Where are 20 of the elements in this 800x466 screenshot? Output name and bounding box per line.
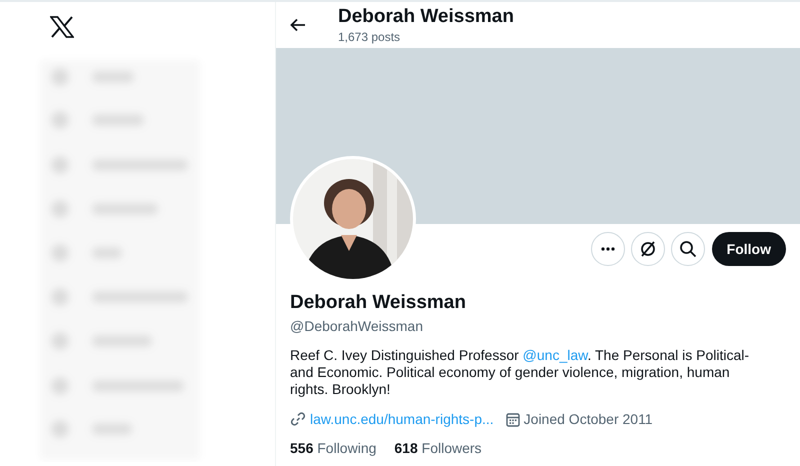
profile-name: Deborah Weissman [290, 292, 467, 314]
search-icon [678, 240, 697, 258]
profile-bio: Reef C. Ivey Distinguished Professor @unc_law. The Personal is Political-and Economic. Political economy of gender violence, migration, human rights. Brooklyn! [290, 347, 750, 398]
back-arrow-icon [290, 18, 306, 32]
follow-stat-link[interactable]: 556 Following [290, 440, 376, 456]
link-icon [290, 411, 306, 427]
search-button[interactable] [670, 232, 705, 266]
back-button[interactable] [290, 18, 306, 32]
slashed-circle-icon [638, 240, 657, 258]
follow-button[interactable]: Follow [712, 232, 786, 266]
more-icon [600, 247, 615, 251]
calendar-icon [506, 412, 520, 426]
subscribe-button[interactable] [630, 232, 665, 266]
more-button[interactable] [590, 232, 625, 266]
joined-date: Joined October 2011 [524, 411, 653, 427]
follow-stat-link[interactable]: 618 Followers [394, 440, 482, 456]
header-title: Deborah Weissman [338, 6, 514, 28]
x-logo-icon[interactable] [50, 16, 74, 38]
post-count: 1,673 posts [338, 30, 402, 44]
profile-handle: @DeborahWeissman [290, 318, 424, 334]
